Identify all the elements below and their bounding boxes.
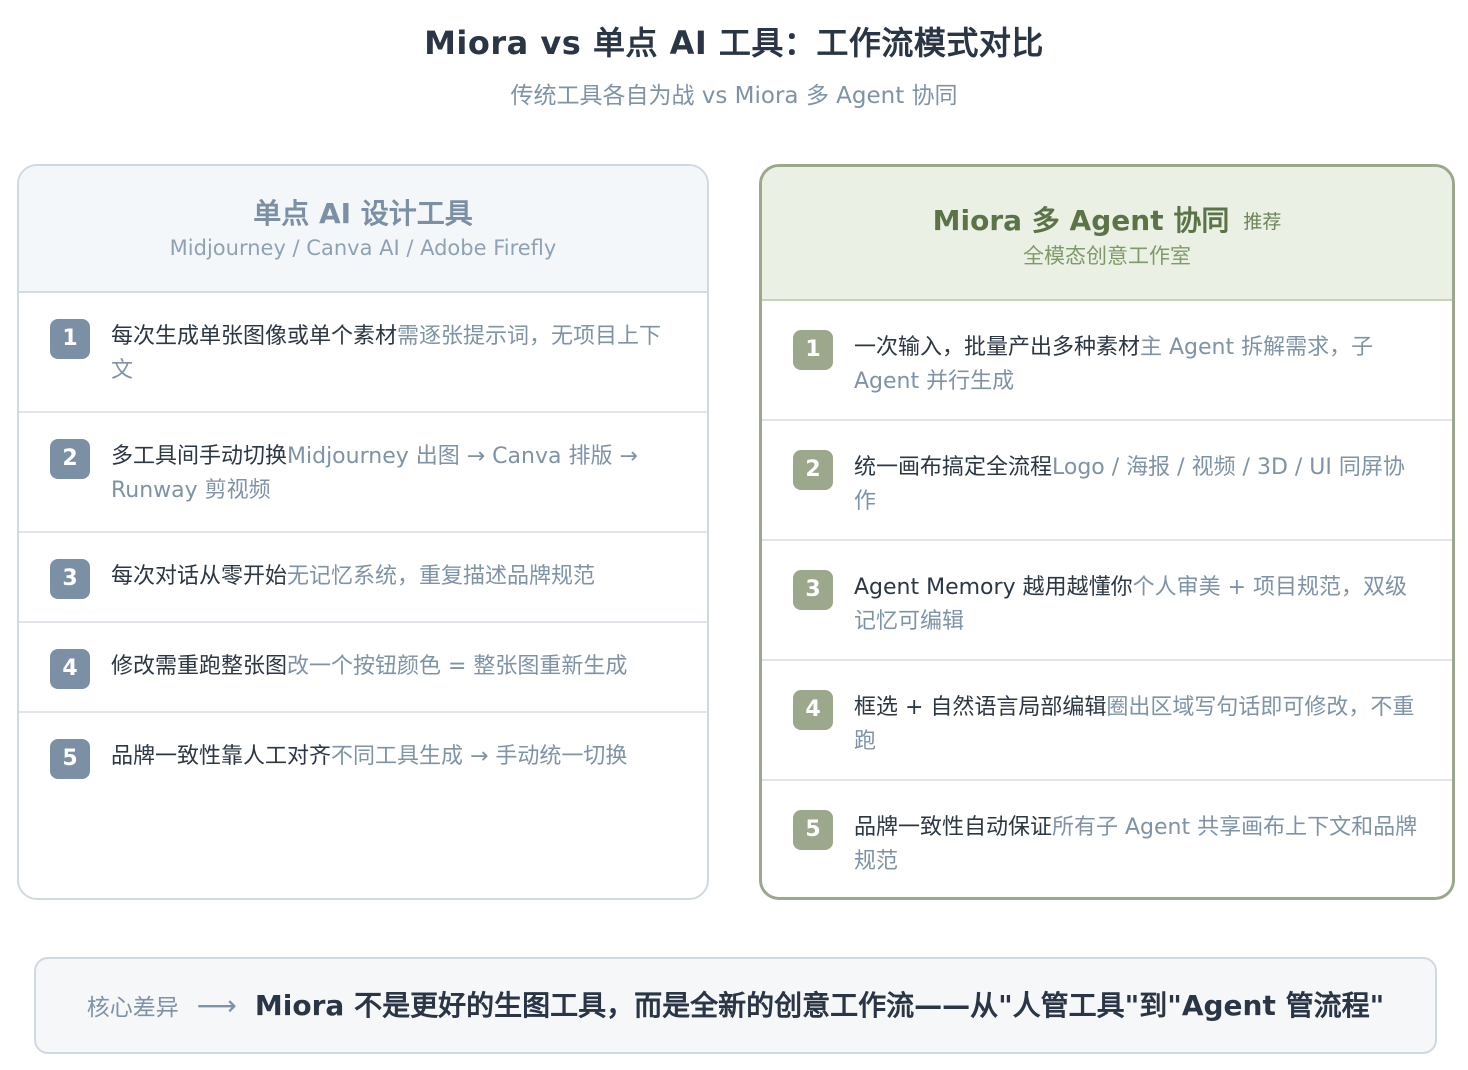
core-difference-label: 核心差异 xyxy=(86,995,179,1021)
item-main-text: Agent Memory 越用越懂你 xyxy=(854,575,1133,600)
item-main-text: 统一画布搞定全流程 xyxy=(854,455,1053,480)
single-ai-tools-card: 单点 AI 设计工具 Midjourney / Canva AI / Adobe… xyxy=(17,164,709,900)
list-item: 4 框选 + 自然语言局部编辑圈出区域写句话即可修改，不重跑 xyxy=(762,661,1452,781)
core-difference-text: Miora 不是更好的生图工具，而是全新的创意工作流——从"人管工具"到"Age… xyxy=(254,989,1385,1022)
card-header: Miora 多 Agent 协同 推荐 全模态创意工作室 xyxy=(762,167,1452,301)
step-number-badge: 2 xyxy=(793,450,833,490)
step-number-badge: 1 xyxy=(793,330,833,370)
list-item: 5 品牌一致性自动保证所有子 Agent 共享画布上下文和品牌规范 xyxy=(762,781,1452,897)
list-item: 4 修改需重跑整张图改一个按钮颜色 = 整张图重新生成 xyxy=(19,623,707,713)
step-number-badge: 2 xyxy=(50,439,90,479)
comparison-page: Miora vs 单点 AI 工具：工作流模式对比 传统工具各自为战 vs Mi… xyxy=(0,0,1468,1070)
step-number-badge: 3 xyxy=(793,570,833,610)
card-subtitle: Midjourney / Canva AI / Adobe Firefly xyxy=(169,236,557,260)
miora-multi-agent-card: Miora 多 Agent 协同 推荐 全模态创意工作室 1 一次输入，批量产出多… xyxy=(759,164,1455,900)
item-main-text: 品牌一致性自动保证 xyxy=(854,815,1053,840)
item-main-text: 框选 + 自然语言局部编辑 xyxy=(854,695,1107,720)
list-item: 2 多工具间手动切换Midjourney 出图 → Canva 排版 → Run… xyxy=(19,413,707,533)
step-number-badge: 4 xyxy=(793,690,833,730)
list-item: 1 每次生成单张图像或单个素材需逐张提示词，无项目上下文 xyxy=(19,293,707,413)
card-header: 单点 AI 设计工具 Midjourney / Canva AI / Adobe… xyxy=(19,166,707,293)
list-item: 1 一次输入，批量产出多种素材主 Agent 拆解需求，子 Agent 并行生成 xyxy=(762,301,1452,421)
page-title: Miora vs 单点 AI 工具：工作流模式对比 xyxy=(424,24,1044,62)
card-title: 单点 AI 设计工具 xyxy=(253,197,473,230)
list-item: 3 每次对话从零开始无记忆系统，重复描述品牌规范 xyxy=(19,533,707,623)
list-item: 5 品牌一致性靠人工对齐不同工具生成 → 手动统一切换 xyxy=(19,713,707,803)
step-number-badge: 5 xyxy=(50,739,90,779)
step-number-badge: 4 xyxy=(50,649,90,689)
step-number-badge: 3 xyxy=(50,559,90,599)
item-main-text: 品牌一致性靠人工对齐 xyxy=(111,744,332,769)
page-subtitle: 传统工具各自为战 vs Miora 多 Agent 协同 xyxy=(510,83,958,109)
list-item: 3 Agent Memory 越用越懂你个人审美 + 项目规范，双级记忆可编辑 xyxy=(762,541,1452,661)
item-main-text: 每次生成单张图像或单个素材 xyxy=(111,324,398,349)
item-sub-text: 不同工具生成 → 手动统一切换 xyxy=(331,744,628,769)
list-item: 2 统一画布搞定全流程Logo / 海报 / 视频 / 3D / UI 同屏协作 xyxy=(762,421,1452,541)
arrow-right-icon: ⟶ xyxy=(196,989,237,1022)
card-title: Miora 多 Agent 协同 xyxy=(932,204,1230,237)
step-number-badge: 5 xyxy=(793,810,833,850)
step-number-badge: 1 xyxy=(50,319,90,359)
item-main-text: 一次输入，批量产出多种素材 xyxy=(854,335,1141,360)
card-subtitle: 全模态创意工作室 xyxy=(1023,244,1191,268)
recommended-badge: 推荐 xyxy=(1243,211,1282,233)
item-main-text: 每次对话从零开始 xyxy=(111,564,288,589)
item-main-text: 修改需重跑整张图 xyxy=(111,654,288,679)
core-difference-banner: 核心差异 ⟶ Miora 不是更好的生图工具，而是全新的创意工作流——从"人管工具"… xyxy=(34,957,1437,1054)
item-sub-text: 无记忆系统，重复描述品牌规范 xyxy=(287,564,596,589)
item-main-text: 多工具间手动切换 xyxy=(111,444,288,469)
item-sub-text: 改一个按钮颜色 = 整张图重新生成 xyxy=(287,654,628,679)
